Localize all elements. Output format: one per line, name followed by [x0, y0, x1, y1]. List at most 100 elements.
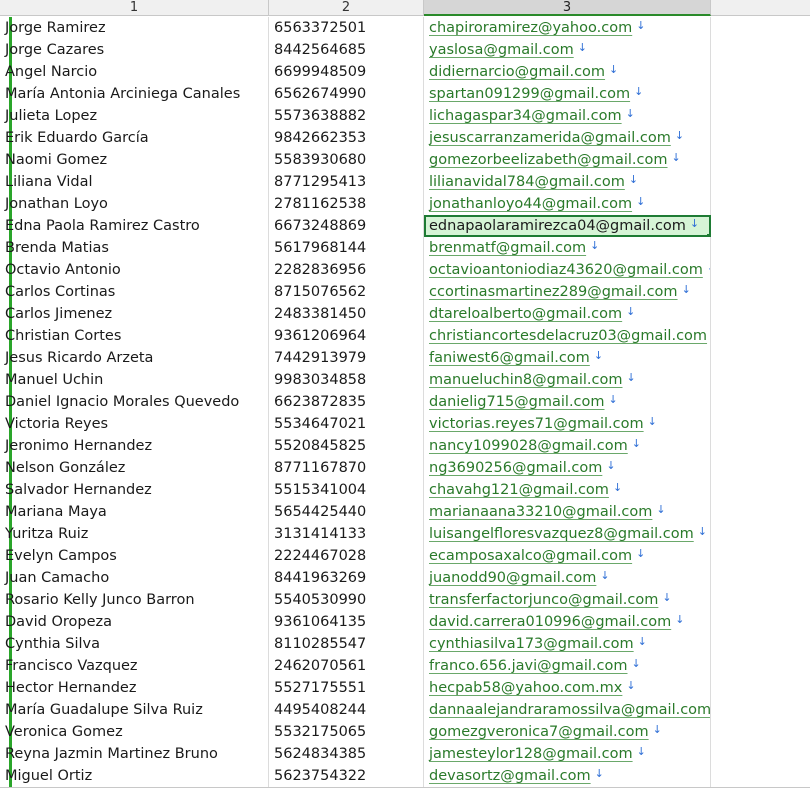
email-cell[interactable]: didiernarcio@gmail.com ↓: [424, 61, 711, 83]
email-cell[interactable]: cynthiasilva173@gmail.com ↓: [424, 633, 711, 655]
phone-cell[interactable]: 8771295413: [269, 171, 424, 193]
email-cell[interactable]: luisangelfloresvazquez8@gmail.com ↓: [424, 523, 711, 545]
download-arrow-icon[interactable]: ↓: [632, 437, 641, 450]
email-link[interactable]: gomezgveronica7@gmail.com: [429, 724, 649, 740]
name-cell[interactable]: Octavio Antonio: [0, 259, 269, 281]
column-header-4[interactable]: [711, 0, 810, 16]
email-link[interactable]: chapiroramirez@yahoo.com: [429, 20, 632, 36]
email-link[interactable]: hecpab58@yahoo.com.mx: [429, 680, 622, 696]
name-cell[interactable]: María Antonia Arciniega Canales: [0, 83, 269, 105]
email-link[interactable]: juanodd90@gmail.com: [429, 570, 596, 586]
name-cell[interactable]: Jorge Ramirez: [0, 17, 269, 39]
active-email-cell[interactable]: ednapaolaramirezca04@gmail.com ↓: [424, 215, 711, 237]
empty-cell[interactable]: [711, 325, 810, 347]
empty-cell[interactable]: [711, 523, 810, 545]
phone-cell[interactable]: 6563372501: [269, 17, 424, 39]
download-arrow-icon[interactable]: ↓: [707, 261, 710, 274]
email-link[interactable]: ng3690256@gmail.com: [429, 460, 602, 476]
empty-cell[interactable]: [711, 479, 810, 501]
empty-cell[interactable]: [711, 105, 810, 127]
email-link[interactable]: christiancortesdelacruz03@gmail.com: [429, 328, 707, 344]
email-cell[interactable]: dtareloalberto@gmail.com ↓: [424, 303, 711, 325]
phone-cell[interactable]: 8715076562: [269, 281, 424, 303]
empty-cell[interactable]: [711, 281, 810, 303]
email-cell[interactable]: spartan091299@gmail.com ↓: [424, 83, 711, 105]
email-link[interactable]: jamesteylor128@gmail.com: [429, 746, 633, 762]
name-cell[interactable]: Juan Camacho: [0, 567, 269, 589]
phone-cell[interactable]: 8441963269: [269, 567, 424, 589]
email-cell[interactable]: juanodd90@gmail.com ↓: [424, 567, 711, 589]
phone-cell[interactable]: 5624834385: [269, 743, 424, 765]
download-arrow-icon[interactable]: ↓: [675, 613, 684, 626]
email-link[interactable]: ccortinasmartinez289@gmail.com: [429, 284, 678, 300]
download-arrow-icon[interactable]: ↓: [653, 723, 662, 736]
download-arrow-icon[interactable]: ↓: [636, 547, 645, 560]
column-header-1[interactable]: 1: [0, 0, 269, 16]
empty-cell[interactable]: [711, 721, 810, 743]
name-cell[interactable]: Jeronimo Hernandez: [0, 435, 269, 457]
phone-cell[interactable]: 5623754322: [269, 765, 424, 787]
email-cell[interactable]: dannaalejandraramossilva@gmail.com↓: [424, 699, 711, 721]
phone-cell[interactable]: 5583930680: [269, 149, 424, 171]
email-cell[interactable]: chavahg121@gmail.com ↓: [424, 479, 711, 501]
email-link[interactable]: gomezorbeelizabeth@gmail.com: [429, 152, 668, 168]
phone-cell[interactable]: 9983034858: [269, 369, 424, 391]
email-cell[interactable]: hecpab58@yahoo.com.mx ↓: [424, 677, 711, 699]
email-link[interactable]: manueluchin8@gmail.com: [429, 372, 622, 388]
download-arrow-icon[interactable]: ↓: [629, 173, 638, 186]
name-cell[interactable]: Jesus Ricardo Arzeta: [0, 347, 269, 369]
empty-cell[interactable]: [711, 17, 810, 39]
empty-cell[interactable]: [711, 765, 810, 787]
email-cell[interactable]: lilianavidal784@gmail.com ↓: [424, 171, 711, 193]
email-link[interactable]: victorias.reyes71@gmail.com: [429, 416, 644, 432]
email-cell[interactable]: danielig715@gmail.com ↓: [424, 391, 711, 413]
phone-cell[interactable]: 5532175065: [269, 721, 424, 743]
phone-cell[interactable]: 8771167870: [269, 457, 424, 479]
phone-cell[interactable]: 2781162538: [269, 193, 424, 215]
email-cell[interactable]: ng3690256@gmail.com ↓: [424, 457, 711, 479]
phone-cell[interactable]: 9842662353: [269, 127, 424, 149]
email-cell[interactable]: david.carrera010996@gmail.com ↓: [424, 611, 711, 633]
phone-cell[interactable]: 6673248869: [269, 215, 424, 237]
email-link[interactable]: dannaalejandraramossilva@gmail.com: [429, 702, 710, 718]
empty-cell[interactable]: [711, 545, 810, 567]
email-link[interactable]: cynthiasilva173@gmail.com: [429, 636, 634, 652]
phone-cell[interactable]: 5617968144: [269, 237, 424, 259]
column-header-2[interactable]: 2: [269, 0, 424, 16]
email-link[interactable]: franco.656.javi@gmail.com: [429, 658, 628, 674]
download-arrow-icon[interactable]: ↓: [662, 591, 671, 604]
name-cell[interactable]: Yuritza Ruiz: [0, 523, 269, 545]
email-link[interactable]: spartan091299@gmail.com: [429, 86, 630, 102]
phone-cell[interactable]: 6699948509: [269, 61, 424, 83]
email-cell[interactable]: manueluchin8@gmail.com ↓: [424, 369, 711, 391]
name-cell[interactable]: Nelson González: [0, 457, 269, 479]
download-arrow-icon[interactable]: ↓: [682, 283, 691, 296]
email-cell[interactable]: lichagaspar34@gmail.com ↓: [424, 105, 711, 127]
phone-cell[interactable]: 8442564685: [269, 39, 424, 61]
name-cell[interactable]: Veronica Gomez: [0, 721, 269, 743]
download-arrow-icon[interactable]: ↓: [609, 63, 618, 76]
empty-cell[interactable]: [711, 413, 810, 435]
download-arrow-icon[interactable]: ↓: [637, 745, 646, 758]
email-link[interactable]: devasortz@gmail.com: [429, 768, 591, 784]
empty-cell[interactable]: [711, 435, 810, 457]
email-link[interactable]: jesuscarranzamerida@gmail.com: [429, 130, 671, 146]
download-arrow-icon[interactable]: ↓: [656, 503, 665, 516]
name-cell[interactable]: Erik Eduardo García: [0, 127, 269, 149]
name-cell[interactable]: Julieta Lopez: [0, 105, 269, 127]
name-cell[interactable]: Carlos Jimenez: [0, 303, 269, 325]
download-arrow-icon[interactable]: ↓: [626, 107, 635, 120]
empty-cell[interactable]: [711, 699, 810, 721]
name-cell[interactable]: María Guadalupe Silva Ruiz: [0, 699, 269, 721]
phone-cell[interactable]: 9361206964: [269, 325, 424, 347]
download-arrow-icon[interactable]: ↓: [626, 679, 635, 692]
download-arrow-icon[interactable]: ↓: [626, 305, 635, 318]
email-link[interactable]: transferfactorjunco@gmail.com: [429, 592, 658, 608]
email-link[interactable]: jonathanloyo44@gmail.com: [429, 196, 632, 212]
name-cell[interactable]: Naomi Gomez: [0, 149, 269, 171]
name-cell[interactable]: Evelyn Campos: [0, 545, 269, 567]
empty-cell[interactable]: [711, 743, 810, 765]
empty-cell[interactable]: [711, 259, 810, 281]
empty-cell[interactable]: [711, 237, 810, 259]
empty-cell[interactable]: [711, 171, 810, 193]
